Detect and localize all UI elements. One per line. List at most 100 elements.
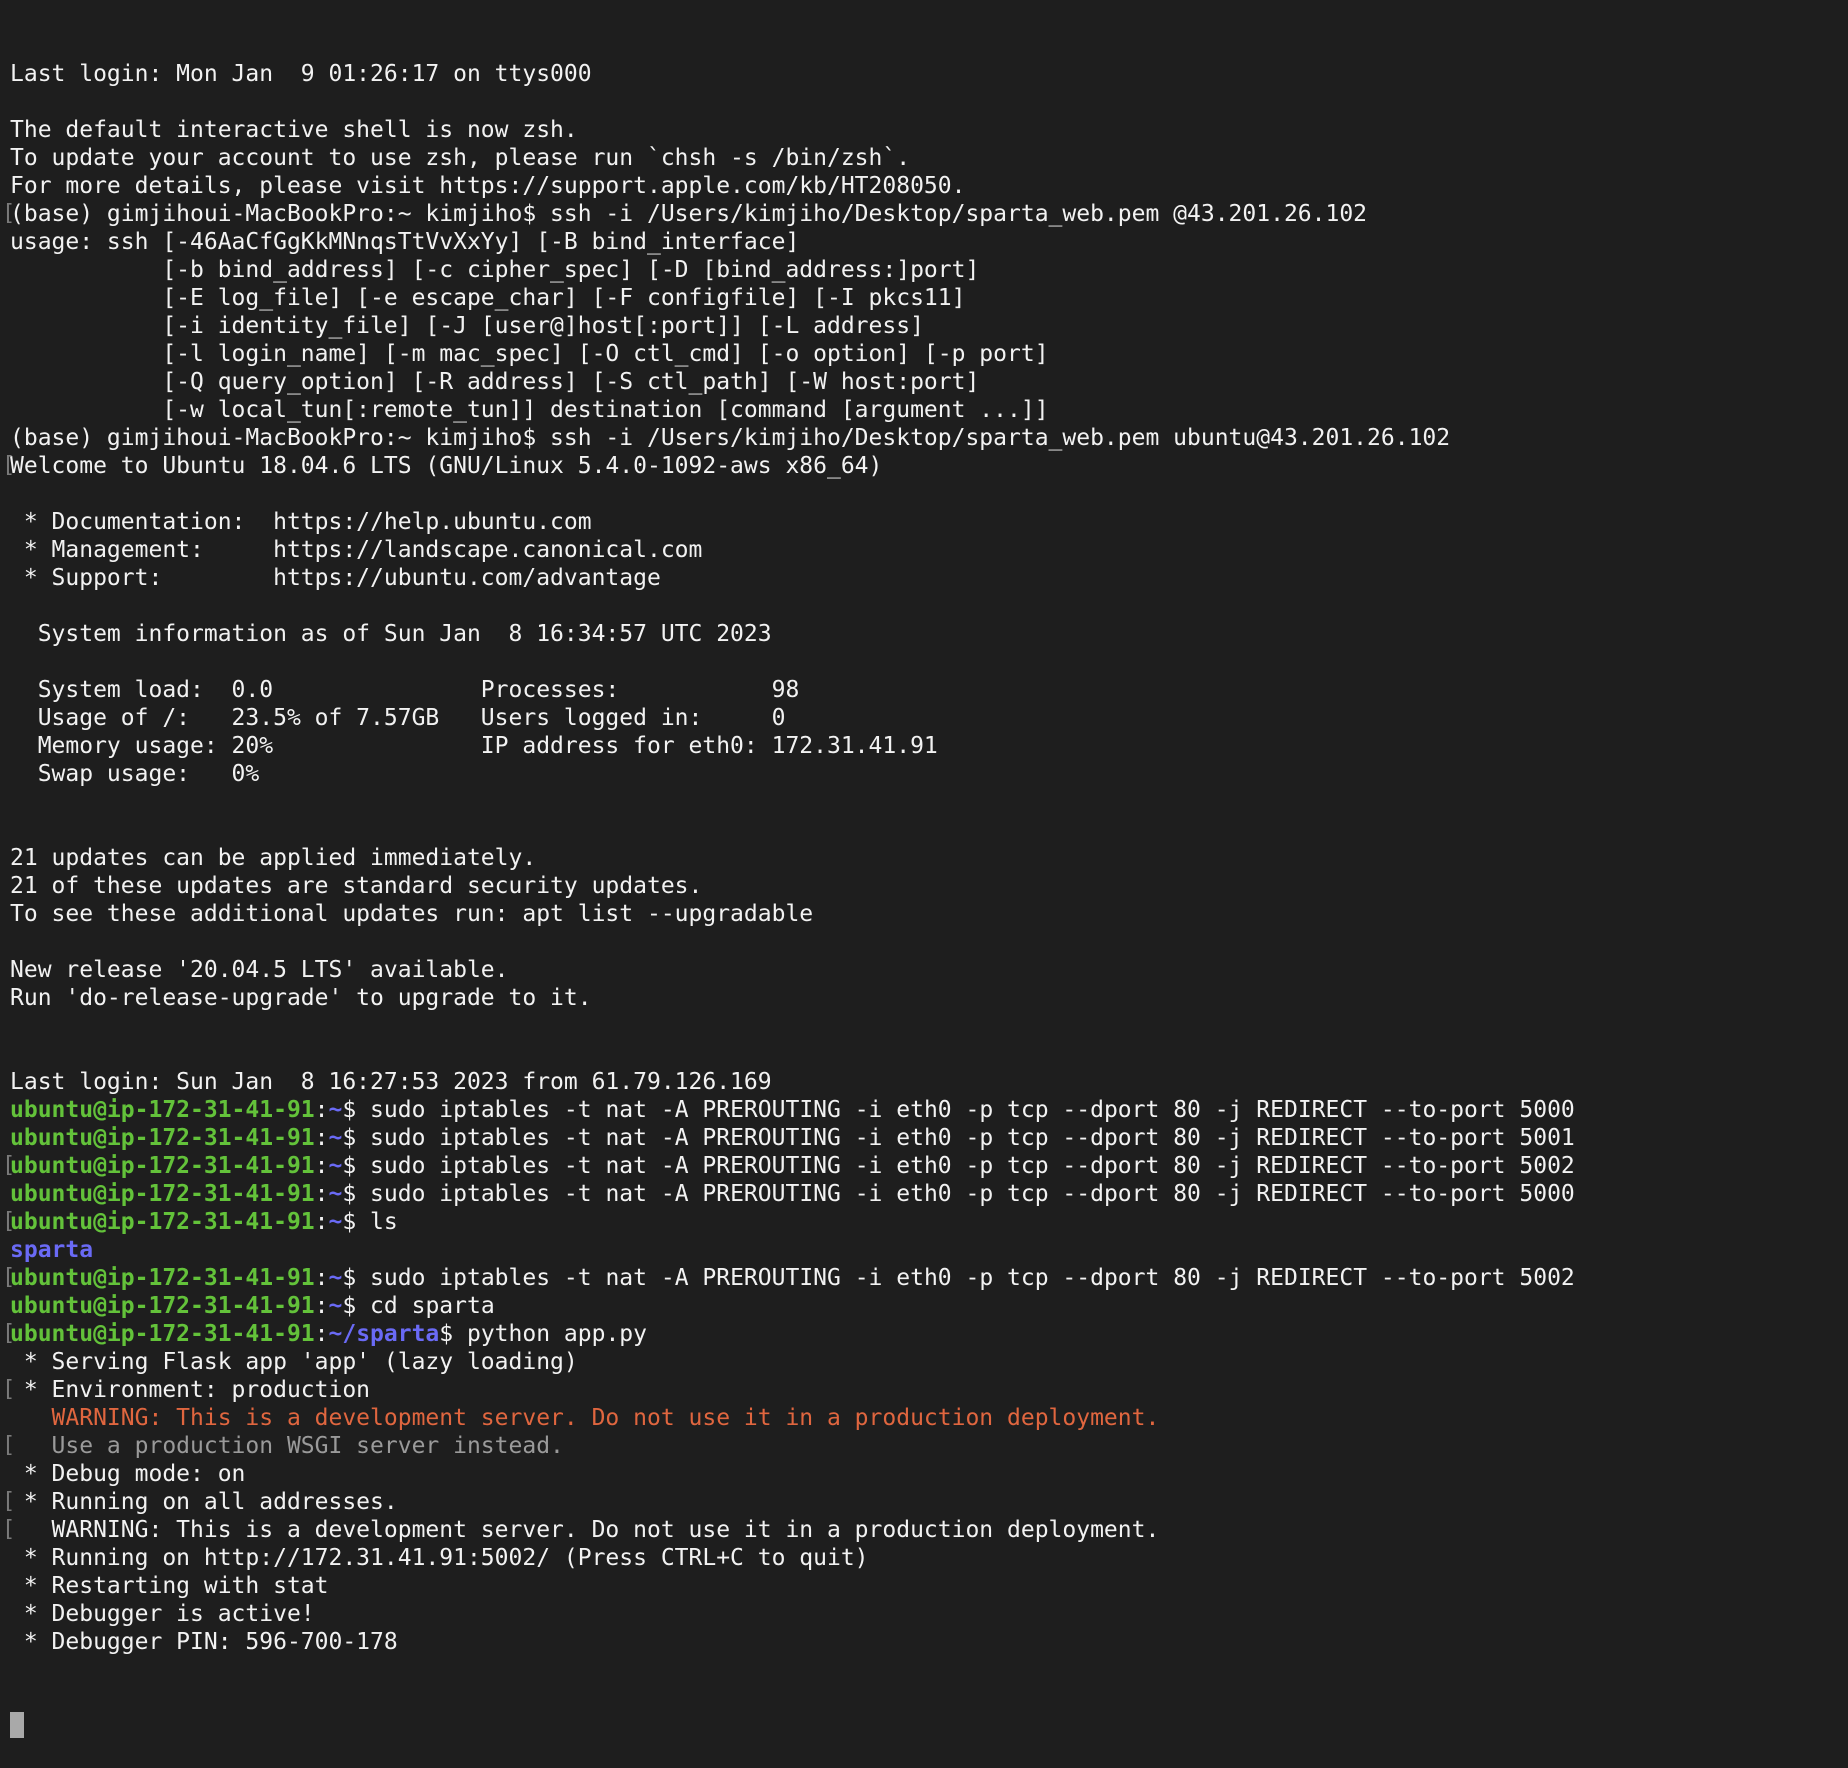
terminal-line: [ Use a production WSGI server instead. — [2, 1432, 1848, 1460]
prompt-path: ~ — [328, 1181, 343, 1207]
terminal-line: New release '20.04.5 LTS' available. — [10, 956, 1848, 984]
terminal-line: [ * Environment: production — [2, 1376, 1848, 1404]
terminal-line: [-w local_tun[:remote_tun]] destination … — [10, 396, 1848, 424]
terminal-line: [-b bind_address] [-c cipher_spec] [-D [… — [10, 256, 1848, 284]
terminal-line: * Debugger PIN: 596-700-178 — [10, 1628, 1848, 1656]
prompt-user-host: ubuntu@ip-172-31-41-91 — [10, 1125, 315, 1151]
terminal-line: [-i identity_file] [-J [user@]host[:port… — [10, 312, 1848, 340]
prompt-path: ~ — [328, 1097, 343, 1123]
mark-bracket-icon: [ — [2, 1209, 16, 1234]
dim-text: Use a production WSGI server instead. — [10, 1433, 564, 1459]
line-text: [-l login_name] [-m mac_spec] [-O ctl_cm… — [10, 341, 1049, 367]
mark-bracket-icon: [ — [2, 1265, 16, 1290]
line-text: System load: 0.0 Processes: 98 — [10, 677, 800, 703]
terminal-line: * Serving Flask app 'app' (lazy loading) — [10, 1348, 1848, 1376]
mark-bracket-icon: [ — [2, 453, 16, 478]
terminal-line: * Debug mode: on — [10, 1460, 1848, 1488]
prompt-path: ~ — [328, 1209, 343, 1235]
terminal-line: * Documentation: https://help.ubuntu.com — [10, 508, 1848, 536]
terminal-line: Run 'do-release-upgrade' to upgrade to i… — [10, 984, 1848, 1012]
line-text: $ cd sparta — [342, 1293, 495, 1319]
terminal-line: System load: 0.0 Processes: 98 — [10, 676, 1848, 704]
line-text: : — [314, 1209, 329, 1235]
terminal-output: Last login: Mon Jan 9 01:26:17 on ttys00… — [2, 60, 1848, 1656]
line-text: Last login: Sun Jan 8 16:27:53 2023 from… — [10, 1069, 772, 1095]
line-text: * Debug mode: on — [10, 1461, 246, 1487]
terminal-line: usage: ssh [-46AaCfGgKkMNnqsTtVvXxYy] [-… — [10, 228, 1848, 256]
line-text: 21 of these updates are standard securit… — [10, 873, 703, 899]
line-text: * Running on http://172.31.41.91:5002/ (… — [10, 1545, 869, 1571]
terminal-line: [Welcome to Ubuntu 18.04.6 LTS (GNU/Linu… — [2, 452, 1848, 480]
terminal-window[interactable]: Last login: Mon Jan 9 01:26:17 on ttys00… — [0, 0, 1848, 1738]
prompt-user-host: ubuntu@ip-172-31-41-91 — [10, 1209, 315, 1235]
line-text: * Debugger is active! — [10, 1601, 315, 1627]
line-text: $ ls — [342, 1209, 398, 1235]
mark-bracket-icon: [ — [2, 201, 16, 226]
line-text: $ sudo iptables -t nat -A PREROUTING -i … — [342, 1153, 1575, 1179]
line-text: : — [314, 1293, 329, 1319]
terminal-line: For more details, please visit https://s… — [10, 172, 1848, 200]
prompt-user-host: ubuntu@ip-172-31-41-91 — [10, 1293, 315, 1319]
line-text: $ sudo iptables -t nat -A PREROUTING -i … — [342, 1265, 1575, 1291]
terminal-line: [(base) gimjihoui-MacBookPro:~ kimjiho$ … — [2, 200, 1848, 228]
mark-bracket-icon: [ — [2, 1489, 16, 1514]
line-text: : — [314, 1181, 329, 1207]
line-text: $ sudo iptables -t nat -A PREROUTING -i … — [342, 1125, 1575, 1151]
line-text: * Debugger PIN: 596-700-178 — [10, 1629, 398, 1655]
line-text: * Restarting with stat — [10, 1573, 329, 1599]
prompt-path: ~ — [328, 1153, 343, 1179]
line-text: : — [314, 1097, 329, 1123]
terminal-line: Last login: Sun Jan 8 16:27:53 2023 from… — [10, 1068, 1848, 1096]
terminal-line: [-l login_name] [-m mac_spec] [-O ctl_cm… — [10, 340, 1848, 368]
line-text: [-Q query_option] [-R address] [-S ctl_p… — [10, 369, 980, 395]
line-text: To update your account to use zsh, pleas… — [10, 145, 911, 171]
line-text: Usage of /: 23.5% of 7.57GB Users logged… — [10, 705, 786, 731]
line-text: : — [314, 1321, 329, 1347]
prompt-user-host: ubuntu@ip-172-31-41-91 — [10, 1153, 315, 1179]
mark-bracket-icon: [ — [2, 1433, 16, 1458]
line-text: For more details, please visit https://s… — [10, 173, 966, 199]
line-text: Swap usage: 0% — [10, 761, 260, 787]
prompt-path: ~ — [328, 1265, 343, 1291]
terminal-line: [ * Running on all addresses. — [2, 1488, 1848, 1516]
terminal-line: To see these additional updates run: apt… — [10, 900, 1848, 928]
mark-bracket-icon: [ — [2, 1153, 16, 1178]
line-text: $ sudo iptables -t nat -A PREROUTING -i … — [342, 1097, 1575, 1123]
directory-entry: sparta — [10, 1237, 94, 1263]
line-text: : — [314, 1153, 329, 1179]
line-text: Welcome to Ubuntu 18.04.6 LTS (GNU/Linux… — [10, 453, 883, 479]
line-text: WARNING: This is a development server. D… — [10, 1517, 1160, 1543]
line-text: The default interactive shell is now zsh… — [10, 117, 578, 143]
line-text: Last login: Mon Jan 9 01:26:17 on ttys00… — [10, 61, 592, 87]
line-text: [-E log_file] [-e escape_char] [-F confi… — [10, 285, 966, 311]
line-text: New release '20.04.5 LTS' available. — [10, 957, 509, 983]
terminal-line: sparta — [10, 1236, 1848, 1264]
prompt-user-host: ubuntu@ip-172-31-41-91 — [10, 1181, 315, 1207]
terminal-line: Memory usage: 20% IP address for eth0: 1… — [10, 732, 1848, 760]
line-text: * Documentation: https://help.ubuntu.com — [10, 509, 592, 535]
terminal-line: [-Q query_option] [-R address] [-S ctl_p… — [10, 368, 1848, 396]
prompt-user-host: ubuntu@ip-172-31-41-91 — [10, 1265, 315, 1291]
warning-text: WARNING: This is a development server. D… — [10, 1405, 1160, 1431]
terminal-line: [ubuntu@ip-172-31-41-91:~/sparta$ python… — [2, 1320, 1848, 1348]
line-text: usage: ssh [-46AaCfGgKkMNnqsTtVvXxYy] [-… — [10, 229, 800, 255]
line-text: * Environment: production — [10, 1377, 371, 1403]
line-text: To see these additional updates run: apt… — [10, 901, 814, 927]
text-cursor — [10, 1712, 24, 1738]
terminal-line: Usage of /: 23.5% of 7.57GB Users logged… — [10, 704, 1848, 732]
line-text: Run 'do-release-upgrade' to upgrade to i… — [10, 985, 592, 1011]
terminal-line: [-E log_file] [-e escape_char] [-F confi… — [10, 284, 1848, 312]
line-text: * Serving Flask app 'app' (lazy loading) — [10, 1349, 578, 1375]
terminal-line: To update your account to use zsh, pleas… — [10, 144, 1848, 172]
terminal-line: [ WARNING: This is a development server.… — [2, 1516, 1848, 1544]
line-text: [-w local_tun[:remote_tun]] destination … — [10, 397, 1049, 423]
terminal-line: * Debugger is active! — [10, 1600, 1848, 1628]
terminal-line: * Restarting with stat — [10, 1572, 1848, 1600]
terminal-input-line[interactable] — [10, 1712, 1848, 1740]
prompt-path: ~/sparta — [328, 1321, 440, 1347]
terminal-line: Last login: Mon Jan 9 01:26:17 on ttys00… — [10, 60, 1848, 88]
